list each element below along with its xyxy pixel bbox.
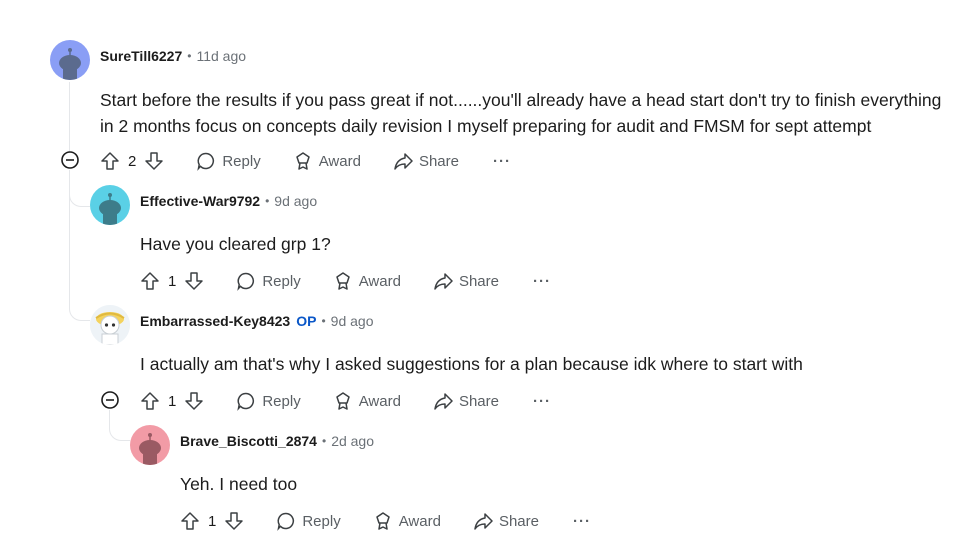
reply-button[interactable]: Reply: [276, 511, 341, 531]
downvote-icon[interactable]: [224, 511, 244, 531]
more-options-icon[interactable]: ···: [493, 153, 511, 170]
op-badge: OP: [296, 313, 317, 329]
username[interactable]: Embarrassed-Key8423: [140, 313, 290, 329]
downvote-icon[interactable]: [144, 151, 164, 171]
share-icon: [474, 513, 493, 530]
upvote-icon[interactable]: [140, 271, 160, 291]
award-button[interactable]: Award: [293, 151, 361, 171]
share-button[interactable]: Share: [433, 271, 499, 291]
comment-meta: Effective-War9792 • 9d ago: [140, 193, 317, 209]
award-icon: [295, 152, 310, 170]
comment-actions: 1 Reply Award Share ···: [140, 268, 551, 294]
username[interactable]: Brave_Biscotti_2874: [180, 433, 317, 449]
timestamp[interactable]: 2d ago: [331, 433, 374, 449]
reply-button[interactable]: Reply: [196, 151, 261, 171]
share-label: Share: [458, 272, 499, 290]
username[interactable]: SureTill6227: [100, 48, 182, 64]
comment-bubble-icon: [237, 272, 255, 291]
collapse-icon[interactable]: [100, 390, 120, 410]
comment-body: Yeh. I need too: [180, 474, 298, 494]
timestamp[interactable]: 11d ago: [196, 48, 246, 64]
vote-group: 2: [100, 151, 164, 171]
more-options-icon[interactable]: ···: [533, 273, 551, 290]
share-button[interactable]: Share: [473, 511, 539, 531]
reply-label: Reply: [222, 152, 261, 170]
more-options-icon[interactable]: ···: [573, 513, 591, 530]
more-options-icon[interactable]: ···: [533, 393, 551, 410]
comment-actions: 1 Reply Award Share ···: [140, 388, 551, 414]
avatar[interactable]: [50, 40, 90, 80]
share-label: Share: [458, 392, 499, 410]
award-label: Award: [358, 392, 401, 410]
award-icon: [335, 272, 350, 290]
comment-body: Have you cleared grp 1?: [140, 234, 331, 254]
separator: •: [265, 194, 270, 208]
reply-label: Reply: [302, 512, 341, 530]
avatar[interactable]: [130, 425, 170, 465]
vote-group: 1: [140, 271, 204, 291]
username[interactable]: Effective-War9792: [140, 193, 260, 209]
share-icon: [434, 273, 453, 290]
avatar[interactable]: [90, 185, 130, 225]
vote-group: 1: [140, 391, 204, 411]
award-label: Award: [318, 152, 361, 170]
downvote-icon[interactable]: [184, 271, 204, 291]
comment-body: Start before the results if you pass gre…: [100, 90, 942, 136]
comment-meta: Brave_Biscotti_2874 • 2d ago: [180, 433, 374, 449]
comment-meta: SureTill6227 • 11d ago: [100, 48, 246, 64]
separator: •: [321, 434, 327, 448]
award-label: Award: [358, 272, 401, 290]
comment-meta: Embarrassed-Key8423 OP • 9d ago: [140, 313, 373, 329]
vote-count: 1: [168, 272, 177, 290]
vote-count: 1: [208, 512, 217, 530]
award-button[interactable]: Award: [333, 271, 401, 291]
reply-label: Reply: [262, 272, 301, 290]
reply-button[interactable]: Reply: [236, 391, 301, 411]
award-icon: [335, 392, 350, 410]
upvote-icon[interactable]: [140, 391, 160, 411]
comment-bubble-icon: [197, 152, 215, 171]
comment-bubble-icon: [237, 392, 255, 411]
comment-actions: 2 Reply Award Share ···: [100, 148, 511, 174]
share-label: Share: [418, 152, 459, 170]
timestamp[interactable]: 9d ago: [274, 193, 317, 209]
share-label: Share: [498, 512, 539, 530]
timestamp[interactable]: 9d ago: [331, 313, 374, 329]
reply-button[interactable]: Reply: [236, 271, 301, 291]
share-icon: [394, 153, 413, 170]
vote-count: 1: [168, 392, 177, 410]
avatar[interactable]: [90, 305, 130, 345]
separator: •: [187, 49, 192, 63]
vote-group: 1: [180, 511, 244, 531]
separator: •: [321, 314, 326, 328]
downvote-icon[interactable]: [184, 391, 204, 411]
comment-body: I actually am that's why I asked suggest…: [140, 354, 803, 374]
upvote-icon[interactable]: [180, 511, 200, 531]
award-button[interactable]: Award: [373, 511, 441, 531]
share-button[interactable]: Share: [433, 391, 499, 411]
share-button[interactable]: Share: [393, 151, 459, 171]
collapse-icon[interactable]: [60, 150, 80, 170]
award-label: Award: [398, 512, 441, 530]
vote-count: 2: [128, 152, 137, 170]
comment-actions: 1 Reply Award Share ···: [180, 508, 591, 534]
award-button[interactable]: Award: [333, 391, 401, 411]
award-icon: [375, 512, 390, 530]
reply-label: Reply: [262, 392, 301, 410]
upvote-icon[interactable]: [100, 151, 120, 171]
share-icon: [434, 393, 453, 410]
comment-bubble-icon: [277, 512, 295, 531]
